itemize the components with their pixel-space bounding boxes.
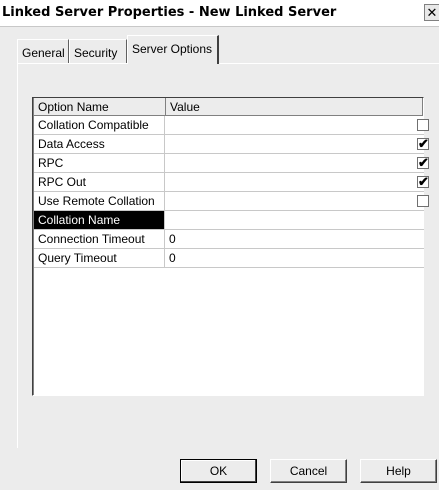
ok-button[interactable]: OK [180,459,257,483]
tab-server-options[interactable]: Server Options [127,35,219,64]
tab-general[interactable]: General [17,39,69,63]
ok-button-label: OK [209,464,228,478]
help-button-label: Help [386,464,411,478]
table-row[interactable]: Data Access ✔ [34,135,429,154]
option-name-cell: RPC Out [34,173,165,191]
column-header-label: Value [170,100,200,114]
help-button[interactable]: Help [360,459,437,483]
checkmark-icon: ✔ [418,136,429,151]
server-options-grid[interactable]: Option Name Value Collation Compatible D… [32,97,429,396]
option-value-cell[interactable]: ✔ [165,135,429,153]
option-name-cell: RPC [34,154,165,172]
window-title: Linked Server Properties - New Linked Se… [2,5,337,20]
column-header-option-name[interactable]: Option Name [34,98,166,116]
table-row[interactable]: Use Remote Collation [34,192,429,211]
use-remote-collation-checkbox[interactable] [417,195,429,207]
collation-name-field[interactable] [165,211,424,229]
option-name-cell: Use Remote Collation [34,192,165,210]
column-header-label: Option Name [38,100,109,114]
option-name-cell: Collation Name [34,211,165,229]
table-row[interactable]: RPC Out ✔ [34,173,429,192]
option-value-cell[interactable] [165,192,429,210]
data-access-checkbox[interactable]: ✔ [417,136,429,151]
table-row[interactable]: Collation Compatible [34,116,429,135]
table-row[interactable]: Connection Timeout 0 [34,230,424,249]
cancel-button-label: Cancel [289,464,328,478]
option-value-cell[interactable]: ✔ [165,173,429,191]
rpc-out-checkbox[interactable]: ✔ [417,174,429,189]
rpc-checkbox[interactable]: ✔ [417,155,429,170]
checkmark-icon: ✔ [418,174,429,189]
table-row[interactable]: RPC ✔ [34,154,429,173]
close-button[interactable]: ✕ [424,4,439,21]
tab-label: General [22,46,65,60]
option-name-cell: Data Access [34,135,165,153]
tab-security[interactable]: Security [69,39,127,63]
option-value-cell[interactable] [165,116,429,134]
collation-compatible-checkbox[interactable] [417,119,429,131]
column-header-value[interactable]: Value [166,98,423,116]
connection-timeout-field[interactable]: 0 [165,230,424,248]
close-icon: ✕ [426,5,438,20]
option-value-cell[interactable]: ✔ [165,154,429,172]
tab-label: Security [74,46,118,60]
tab-label: Server Options [132,42,213,56]
table-row[interactable]: Query Timeout 0 [34,249,424,268]
option-name-cell: Collation Compatible [34,116,165,134]
query-timeout-field[interactable]: 0 [165,249,424,267]
title-bar[interactable]: Linked Server Properties - New Linked Se… [0,0,439,27]
cancel-button[interactable]: Cancel [270,459,347,483]
option-name-cell: Connection Timeout [34,230,165,248]
checkmark-icon: ✔ [418,155,429,170]
option-name-cell: Query Timeout [34,249,165,267]
table-row[interactable]: Collation Name [34,211,424,230]
